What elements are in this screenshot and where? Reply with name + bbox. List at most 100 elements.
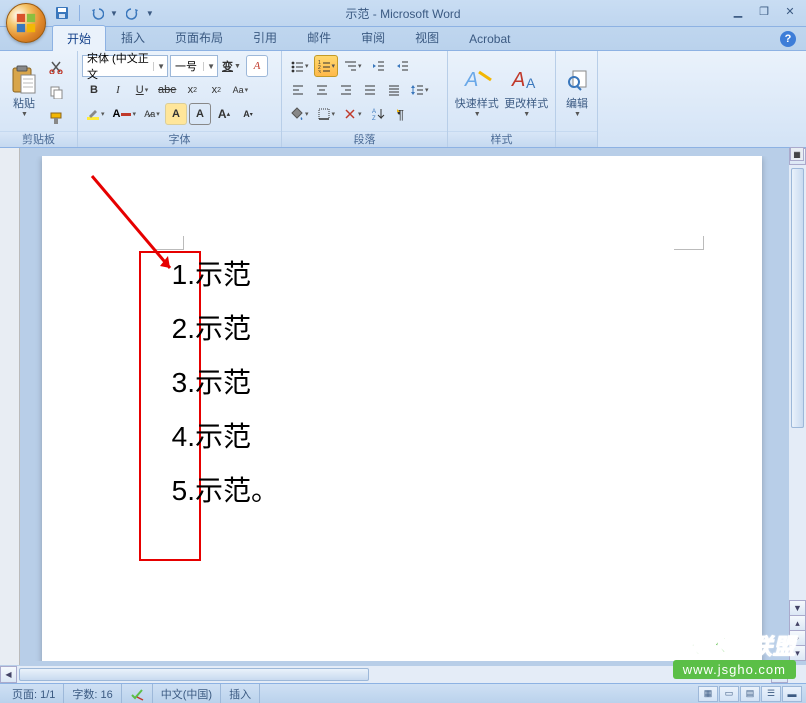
browse-object-button[interactable]: ◦ xyxy=(789,630,806,646)
ruler-toggle-button[interactable]: ▦ xyxy=(790,147,804,161)
tab-mailings[interactable]: 邮件 xyxy=(292,24,346,50)
office-button[interactable] xyxy=(6,3,46,43)
change-styles-button[interactable]: AA 更改样式 ▼ xyxy=(502,54,552,128)
prev-page-button[interactable]: ▴ xyxy=(789,615,806,631)
strikethrough-button[interactable]: abe xyxy=(155,79,179,101)
qat-customize[interactable]: ▼ xyxy=(146,9,154,18)
status-language[interactable]: 中文(中国) xyxy=(153,684,221,703)
restore-button[interactable]: ❐ xyxy=(752,3,776,19)
list-item: 3.示范 xyxy=(152,369,279,397)
group-editing: 编辑 ▼ xyxy=(556,51,598,147)
align-center-button[interactable] xyxy=(311,79,333,101)
quick-styles-button[interactable]: A 快速样式 ▼ xyxy=(452,54,502,128)
horizontal-scrollbar[interactable]: ◀ ▶ xyxy=(0,665,788,683)
svg-text:¶: ¶ xyxy=(397,107,404,121)
change-case-button[interactable]: 变▼ xyxy=(219,55,244,77)
numbering-button[interactable]: 123▾ xyxy=(314,55,339,77)
scroll-right-button[interactable]: ▶ xyxy=(771,666,788,683)
superscript-button[interactable]: x2 xyxy=(205,79,227,101)
scroll-down-button[interactable]: ▼ xyxy=(789,600,806,616)
shrink-font-button[interactable]: A▾ xyxy=(237,103,259,125)
sort-button[interactable]: AZ xyxy=(367,103,389,125)
tab-pagelayout[interactable]: 页面布局 xyxy=(160,24,238,50)
list-item: 2.示范 xyxy=(152,315,279,343)
clear-formatting-button[interactable]: A xyxy=(246,55,268,77)
tab-review[interactable]: 审阅 xyxy=(346,24,400,50)
copy-button[interactable] xyxy=(45,81,67,103)
next-page-button[interactable]: ▾ xyxy=(789,645,806,661)
decrease-indent-button[interactable] xyxy=(367,55,389,77)
page[interactable]: 1.示范 2.示范 3.示范 4.示范 5.示范。 xyxy=(42,156,762,661)
multilevel-list-button[interactable]: ▾ xyxy=(340,55,365,77)
undo-button[interactable] xyxy=(87,3,107,23)
font-size-combo[interactable]: 一号▼ xyxy=(170,55,218,77)
bold-button[interactable]: B xyxy=(83,79,105,101)
print-layout-view[interactable]: ▦ xyxy=(698,686,718,702)
page-container[interactable]: 1.示范 2.示范 3.示范 4.示范 5.示范。 xyxy=(24,156,784,661)
tab-view[interactable]: 视图 xyxy=(400,24,454,50)
list-item: 4.示范 xyxy=(152,423,279,451)
group-font: 宋体 (中文正文▼ 一号▼ 变▼ A B I U▾ abe x2 x2 Aa▾ … xyxy=(78,51,282,147)
document-content[interactable]: 1.示范 2.示范 3.示范 4.示范 5.示范。 xyxy=(152,261,279,531)
increase-indent-button[interactable] xyxy=(391,55,413,77)
tab-insert[interactable]: 插入 xyxy=(106,24,160,50)
bullets-button[interactable]: ▾ xyxy=(287,55,312,77)
status-words[interactable]: 字数: 16 xyxy=(64,684,121,703)
close-button[interactable]: ✕ xyxy=(778,3,802,19)
scroll-track[interactable] xyxy=(17,666,771,683)
character-border-button[interactable]: A xyxy=(189,103,211,125)
minimize-button[interactable]: ▁ xyxy=(726,3,750,19)
chevron-down-icon: ▼ xyxy=(153,62,165,71)
subscript-button[interactable]: x2 xyxy=(181,79,203,101)
ribbon-tabs: 开始 插入 页面布局 引用 邮件 审阅 视图 Acrobat ? xyxy=(0,27,806,51)
status-mode[interactable]: 插入 xyxy=(221,684,260,703)
chevron-down-icon: ▼ xyxy=(203,62,215,71)
show-marks-button[interactable]: ¶ xyxy=(391,103,413,125)
status-page[interactable]: 页面: 1/1 xyxy=(4,684,64,703)
group-clipboard: 粘贴 ▼ 剪贴板 xyxy=(0,51,78,147)
line-spacing-button[interactable]: ▾ xyxy=(407,79,432,101)
cut-button[interactable] xyxy=(45,56,67,78)
tab-acrobat[interactable]: Acrobat xyxy=(454,27,525,50)
font-name-combo[interactable]: 宋体 (中文正文▼ xyxy=(82,55,168,77)
help-button[interactable]: ? xyxy=(780,31,796,47)
chevron-down-icon: ▼ xyxy=(474,111,481,118)
format-painter-button[interactable] xyxy=(45,107,67,129)
align-right-button[interactable] xyxy=(335,79,357,101)
character-scaling-button[interactable]: A̷a▾ xyxy=(141,103,163,125)
distributed-button[interactable] xyxy=(383,79,405,101)
italic-button[interactable]: I xyxy=(107,79,129,101)
status-proofing[interactable] xyxy=(122,684,153,703)
paste-button[interactable]: 粘贴 ▼ xyxy=(4,54,44,128)
justify-button[interactable] xyxy=(359,79,381,101)
full-screen-view[interactable]: ▭ xyxy=(719,686,739,702)
highlight-button[interactable]: ▾ xyxy=(83,103,108,125)
tab-references[interactable]: 引用 xyxy=(238,24,292,50)
paste-icon xyxy=(8,64,40,96)
asian-layout-button[interactable]: ▾ xyxy=(340,103,365,125)
vertical-ruler[interactable] xyxy=(0,148,20,683)
vertical-scrollbar[interactable]: ▦ ▲ ▼ ▴ ◦ ▾ xyxy=(788,148,806,661)
save-button[interactable] xyxy=(52,3,72,23)
tab-home[interactable]: 开始 xyxy=(52,25,106,51)
align-left-button[interactable] xyxy=(287,79,309,101)
undo-dropdown[interactable]: ▼ xyxy=(110,9,118,18)
editing-button[interactable]: 编辑 ▼ xyxy=(560,54,594,128)
shading-button[interactable]: ▾ xyxy=(287,103,312,125)
grow-font-button[interactable]: A▴ xyxy=(213,103,235,125)
web-layout-view[interactable]: ▤ xyxy=(740,686,760,702)
borders-button[interactable]: ▾ xyxy=(314,103,339,125)
draft-view[interactable]: ▬ xyxy=(782,686,802,702)
group-styles: A 快速样式 ▼ AA 更改样式 ▼ 样式 xyxy=(448,51,556,147)
underline-button[interactable]: U▾ xyxy=(131,79,153,101)
quick-access-toolbar: ▼ ▼ xyxy=(52,3,154,23)
scroll-thumb[interactable] xyxy=(791,168,804,428)
redo-button[interactable] xyxy=(123,3,143,23)
font-color-button[interactable]: A▾ xyxy=(110,103,139,125)
scroll-thumb[interactable] xyxy=(19,668,369,681)
outline-view[interactable]: ☰ xyxy=(761,686,781,702)
character-shading-button[interactable]: A xyxy=(165,103,187,125)
phonetic-guide-button[interactable]: Aa▾ xyxy=(229,79,251,101)
scroll-left-button[interactable]: ◀ xyxy=(0,666,17,683)
change-styles-icon: AA xyxy=(510,64,542,96)
